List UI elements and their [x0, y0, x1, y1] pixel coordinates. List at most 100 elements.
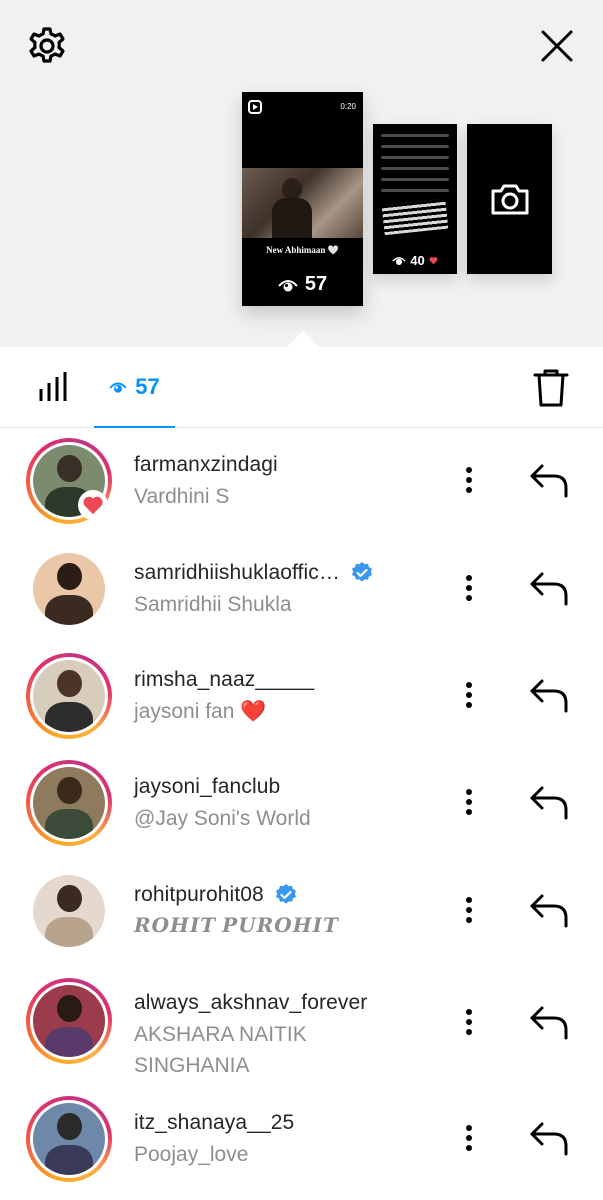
avatar[interactable] — [26, 760, 112, 846]
heart-icon — [429, 257, 438, 265]
avatar[interactable] — [26, 978, 112, 1064]
viewer-row[interactable]: rimsha_naaz_____ jaysoni fan ❤️ — [0, 643, 603, 751]
viewers-count: 57 — [135, 373, 160, 399]
story-thumbnail-previous[interactable]: 40 — [373, 124, 457, 274]
avatar-image — [33, 1103, 105, 1175]
reply-button[interactable] — [528, 460, 572, 500]
gear-icon — [29, 27, 65, 63]
story-views-number: 57 — [304, 273, 328, 295]
viewer-row[interactable]: itz_shanaya__25 Poojay_love — [0, 1086, 603, 1194]
story-content — [381, 134, 449, 200]
viewer-row[interactable]: jaysoni_fanclub @Jay Soni's World — [0, 750, 603, 858]
more-options-button[interactable] — [456, 464, 482, 496]
avatar-frame — [30, 657, 108, 735]
reply-arrow-icon — [530, 464, 568, 498]
viewer-row[interactable]: farmanxzindagi Vardhini S — [0, 428, 603, 536]
close-button[interactable] — [534, 23, 580, 69]
avatar-frame — [30, 1100, 108, 1178]
story-thumbnail-current[interactable]: 0:20 New Abhimaan 🤍 57 — [242, 92, 363, 306]
reply-button[interactable] — [528, 568, 572, 608]
viewer-username[interactable]: samridhiishuklaoffic… — [134, 561, 374, 585]
viewer-full-name: jaysoni fan ❤️ — [134, 700, 267, 723]
reply-arrow-icon — [530, 1006, 568, 1040]
viewer-row[interactable]: rohitpurohit08 𝑹𝑶𝑯𝑰𝑻 𝑷𝑼𝑹𝑶𝑯𝑰𝑻 — [0, 858, 603, 966]
reply-arrow-icon — [530, 572, 568, 606]
username-text: farmanxzindagi — [134, 453, 278, 476]
avatar-frame — [30, 550, 108, 628]
eye-icon — [278, 279, 298, 291]
selection-pointer — [286, 331, 320, 348]
story-view-count: 40 — [373, 253, 457, 268]
story-photo — [242, 168, 363, 238]
more-options-button[interactable] — [456, 786, 482, 818]
trash-icon — [533, 369, 569, 407]
avatar-image — [33, 875, 105, 947]
username-text: rohitpurohit08 — [134, 883, 264, 906]
viewer-username[interactable]: jaysoni_fanclub — [134, 775, 280, 799]
username-text: always_akshnav_forever — [134, 991, 368, 1014]
tab-viewers[interactable]: 57 — [94, 347, 175, 428]
reply-button[interactable] — [528, 675, 572, 715]
eye-icon — [109, 382, 127, 393]
more-options-button[interactable] — [456, 894, 482, 926]
reply-arrow-icon — [530, 679, 568, 713]
viewer-username[interactable]: rohitpurohit08 — [134, 883, 298, 907]
verified-badge-icon — [275, 884, 296, 904]
reply-button[interactable] — [528, 1002, 572, 1042]
more-options-button[interactable] — [456, 1122, 482, 1154]
avatar-frame — [30, 764, 108, 842]
viewer-row[interactable]: samridhiishuklaoffic… Samridhii Shukla — [0, 536, 603, 644]
story-views-number: 40 — [410, 253, 425, 268]
story-banner — [381, 198, 449, 236]
story-caption: New Abhimaan 🤍 — [266, 245, 339, 255]
more-options-button[interactable] — [456, 1006, 482, 1038]
heart-icon — [83, 496, 103, 515]
settings-button[interactable] — [24, 23, 70, 69]
viewer-full-name: 𝑹𝑶𝑯𝑰𝑻 𝑷𝑼𝑹𝑶𝑯𝑰𝑻 — [134, 915, 339, 937]
story-tabs: 57 — [0, 347, 603, 428]
avatar-frame — [30, 872, 108, 950]
more-vertical-icon — [466, 682, 472, 708]
liked-badge — [78, 490, 108, 520]
viewer-full-name: AKSHARA NAITIK SINGHANIA — [134, 1023, 307, 1077]
avatar[interactable] — [26, 546, 112, 632]
avatar-image — [33, 767, 105, 839]
reply-button[interactable] — [528, 1118, 572, 1158]
viewer-username[interactable]: farmanxzindagi — [134, 453, 278, 477]
camera-icon — [491, 184, 528, 215]
avatar[interactable] — [26, 868, 112, 954]
more-options-button[interactable] — [456, 572, 482, 604]
more-vertical-icon — [466, 467, 472, 493]
viewer-full-name: Samridhii Shukla — [134, 593, 292, 616]
verified-badge-icon — [351, 562, 372, 582]
username-text: itz_shanaya__25 — [134, 1111, 295, 1134]
reply-button[interactable] — [528, 782, 572, 822]
reply-arrow-icon — [530, 1122, 568, 1156]
avatar[interactable] — [26, 1096, 112, 1182]
username-text: jaysoni_fanclub — [134, 775, 281, 798]
username-text: samridhiishuklaoffic… — [134, 561, 340, 584]
eye-icon — [392, 257, 406, 265]
avatar-image — [33, 553, 105, 625]
add-story-button[interactable] — [467, 124, 552, 274]
avatar-frame — [30, 982, 108, 1060]
delete-story-button[interactable] — [532, 368, 570, 408]
viewer-full-name: @Jay Soni's World — [134, 807, 311, 830]
tab-insights[interactable] — [38, 371, 70, 403]
reel-icon — [248, 100, 262, 114]
story-preview-area: 0:20 New Abhimaan 🤍 57 40 — [0, 0, 603, 348]
more-vertical-icon — [466, 897, 472, 923]
viewer-username[interactable]: itz_shanaya__25 — [134, 1111, 294, 1135]
more-vertical-icon — [466, 1009, 472, 1035]
viewer-row[interactable]: always_akshnav_forever AKSHARA NAITIK SI… — [0, 966, 603, 1086]
avatar-image — [33, 985, 105, 1057]
viewer-username[interactable]: rimsha_naaz_____ — [134, 668, 314, 692]
story-duration: 0:20 — [340, 102, 356, 111]
avatar[interactable] — [26, 653, 112, 739]
more-vertical-icon — [466, 789, 472, 815]
viewer-username[interactable]: always_akshnav_forever — [134, 991, 367, 1015]
more-options-button[interactable] — [456, 679, 482, 711]
reply-button[interactable] — [528, 890, 572, 930]
reply-arrow-icon — [530, 786, 568, 820]
bar-chart-icon — [39, 372, 67, 401]
